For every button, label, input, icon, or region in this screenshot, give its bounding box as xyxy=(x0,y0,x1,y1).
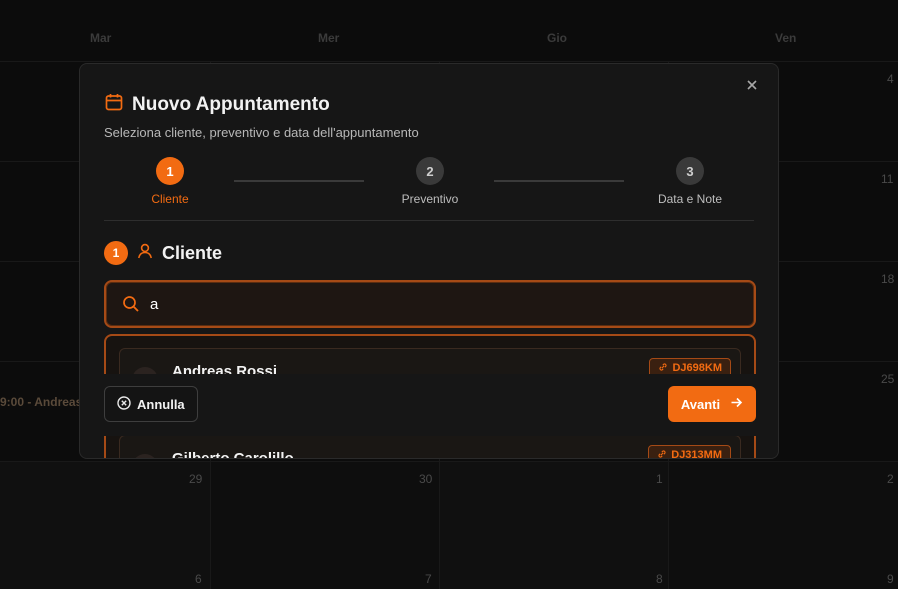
modal-footer: Annulla Avanti xyxy=(80,374,778,436)
step-label: Preventivo xyxy=(401,192,459,206)
calendar-day-number: 9 xyxy=(887,572,894,586)
day-name-mer: Mer xyxy=(318,31,340,45)
calendar-day-number: 2 xyxy=(887,472,894,486)
calendar-day-number: 8 xyxy=(656,572,663,586)
arrow-right-icon xyxy=(730,396,743,412)
step-connector xyxy=(494,180,624,182)
modal-subtitle: Seleziona cliente, preventivo e data del… xyxy=(104,125,419,140)
client-search-box[interactable] xyxy=(104,280,756,328)
cancel-button[interactable]: Annulla xyxy=(104,386,198,422)
calendar-day-number: 4 xyxy=(887,72,894,86)
day-name-gio: Gio xyxy=(547,31,567,45)
calendar-cell[interactable] xyxy=(211,462,439,589)
modal-title: Nuovo Appuntamento xyxy=(132,93,330,115)
plate-text: DJ313MM xyxy=(671,449,722,459)
user-icon xyxy=(136,242,154,265)
step-label: Cliente xyxy=(151,192,189,206)
calendar-day-number: 25 xyxy=(881,372,895,386)
client-search-input[interactable] xyxy=(150,292,730,316)
plate-badge: DJ313MM xyxy=(648,445,731,459)
calendar-day-number: 7 xyxy=(425,572,432,586)
divider xyxy=(104,220,754,221)
client-result-item[interactable]: Gilberto Carolillo DJ313MM xyxy=(119,435,741,459)
avatar xyxy=(132,454,158,458)
calendar-cell[interactable] xyxy=(669,462,898,589)
close-circle-icon xyxy=(117,395,131,413)
step-number: 2 xyxy=(416,157,444,185)
section-number-badge: 1 xyxy=(104,241,128,265)
day-name-mar: Mar xyxy=(90,31,112,45)
client-name: Gilberto Carolillo xyxy=(172,450,294,459)
step-data-e-note[interactable]: 3 Data e Note xyxy=(630,157,750,206)
calendar-day-number: 11 xyxy=(881,172,894,186)
calendar-day-number: 1 xyxy=(656,472,663,486)
calendar-day-number: 6 xyxy=(195,572,202,586)
calendar-day-number: 29 xyxy=(189,472,203,486)
plate-text: DJ698KM xyxy=(672,362,722,374)
section-header: 1 Cliente xyxy=(104,241,222,265)
step-connector xyxy=(234,180,364,182)
link-icon xyxy=(657,449,667,459)
modal-header: Nuovo Appuntamento xyxy=(104,92,330,117)
link-icon xyxy=(658,362,668,375)
step-number: 1 xyxy=(156,157,184,185)
next-button[interactable]: Avanti xyxy=(668,386,756,422)
day-name-ven: Ven xyxy=(775,31,797,45)
next-label: Avanti xyxy=(680,396,721,412)
step-cliente[interactable]: 1 Cliente xyxy=(110,157,230,206)
cancel-label: Annulla xyxy=(137,396,185,412)
calendar-day-number: 18 xyxy=(881,272,895,286)
close-icon[interactable] xyxy=(744,78,760,94)
calendar-day-number: 30 xyxy=(419,472,433,486)
calendar-icon xyxy=(104,92,124,117)
calendar-event[interactable]: 9:00 - Andreas xyxy=(0,395,82,409)
search-icon xyxy=(122,295,140,318)
step-number: 3 xyxy=(676,157,704,185)
section-title: Cliente xyxy=(162,242,223,263)
calendar-header: Mar Mer Gio Ven xyxy=(0,0,898,62)
calendar-cell[interactable] xyxy=(0,462,210,589)
calendar-cell[interactable] xyxy=(440,462,668,589)
step-label: Data e Note xyxy=(657,192,723,206)
new-appointment-modal: Nuovo Appuntamento Seleziona cliente, pr… xyxy=(79,63,779,459)
step-preventivo[interactable]: 2 Preventivo xyxy=(370,157,490,206)
app-stage: Mar Mer Gio Ven 4 11 18 25 29 30 1 2 6 7… xyxy=(0,0,898,589)
